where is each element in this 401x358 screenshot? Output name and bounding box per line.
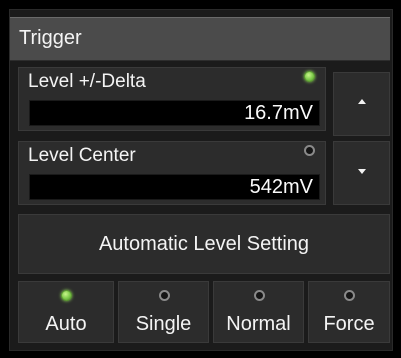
mode-normal-label: Normal [226, 313, 291, 335]
triangle-up-icon [358, 99, 366, 104]
increase-button[interactable] [333, 72, 390, 136]
mode-single-button[interactable]: Single [118, 281, 209, 343]
level-delta-label: Level +/-Delta [28, 71, 146, 92]
mode-single-indicator-icon [158, 290, 170, 301]
level-center-indicator-icon [304, 145, 315, 156]
triangle-down-icon [358, 169, 366, 174]
mode-auto-label: Auto [45, 313, 87, 335]
level-center-value[interactable]: 542mV [29, 174, 320, 200]
mode-single-label: Single [135, 313, 192, 335]
mode-normal-indicator-icon [253, 290, 265, 301]
mode-auto-indicator-icon [61, 290, 72, 301]
level-delta-field[interactable]: Level +/-Delta 16.7mV [18, 67, 326, 131]
mode-normal-button[interactable]: Normal [213, 281, 304, 343]
mode-force-indicator-icon [344, 290, 355, 301]
panel-title: Trigger [19, 27, 82, 49]
mode-auto-button[interactable]: Auto [18, 281, 114, 343]
decrease-button[interactable] [333, 141, 390, 205]
mode-force-button[interactable]: Force [308, 281, 390, 343]
level-center-label: Level Center [28, 145, 136, 166]
panel-header: Trigger [10, 17, 390, 61]
mode-force-label: Force [323, 313, 375, 335]
level-delta-indicator-icon [304, 71, 315, 82]
level-delta-value[interactable]: 16.7mV [29, 100, 320, 126]
level-center-field[interactable]: Level Center 542mV [18, 141, 326, 205]
automatic-level-setting-button[interactable]: Automatic Level Setting [18, 214, 390, 274]
